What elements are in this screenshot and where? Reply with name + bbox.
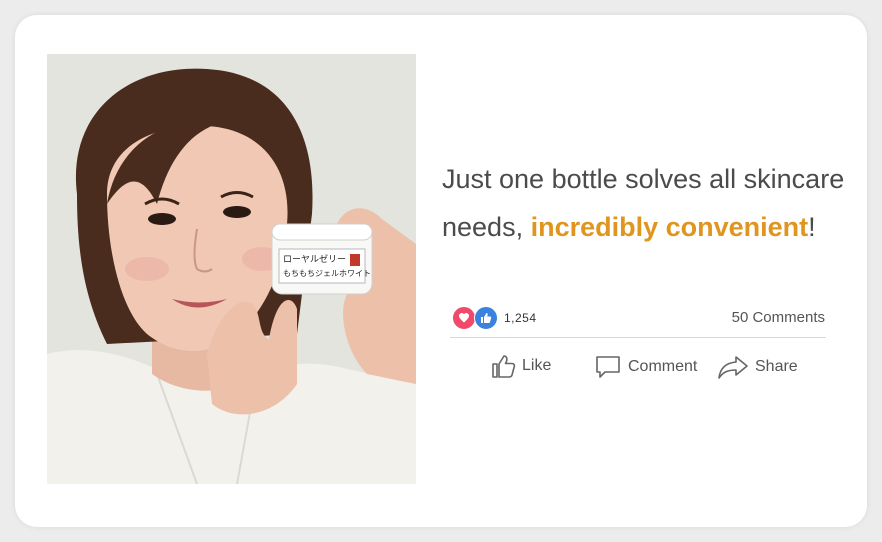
reaction-summary[interactable]: 1,254 <box>452 306 537 330</box>
share-label: Share <box>755 358 798 375</box>
headline-highlight: incredibly convenient <box>530 212 809 242</box>
like-label: Like <box>522 357 552 374</box>
thumbs-up-outline-icon <box>492 355 516 378</box>
comment-label: Comment <box>628 358 698 375</box>
post-photo: ローヤルゼリー もちもちジェルホワイト <box>47 54 416 484</box>
comment-button[interactable]: Comment <box>594 353 697 381</box>
share-button[interactable]: Share <box>717 353 798 381</box>
jar-label-line1: ローヤルゼリー <box>283 253 346 265</box>
headline-end: ! <box>808 212 816 242</box>
post-card: ローヤルゼリー もちもちジェルホワイト Just one bottle solv… <box>15 15 867 527</box>
jar-label-line2: もちもちジェルホワイト <box>283 269 371 278</box>
thumbs-up-icon <box>474 306 498 330</box>
like-button[interactable]: Like <box>490 353 551 379</box>
comment-icon <box>596 356 620 378</box>
reaction-count: 1,254 <box>504 311 537 325</box>
comments-count-link[interactable]: 50 Comments <box>732 309 825 326</box>
post-headline: Just one bottle solves all skincare need… <box>442 155 852 251</box>
share-icon <box>718 356 748 379</box>
divider <box>450 337 826 338</box>
heart-icon <box>452 306 476 330</box>
